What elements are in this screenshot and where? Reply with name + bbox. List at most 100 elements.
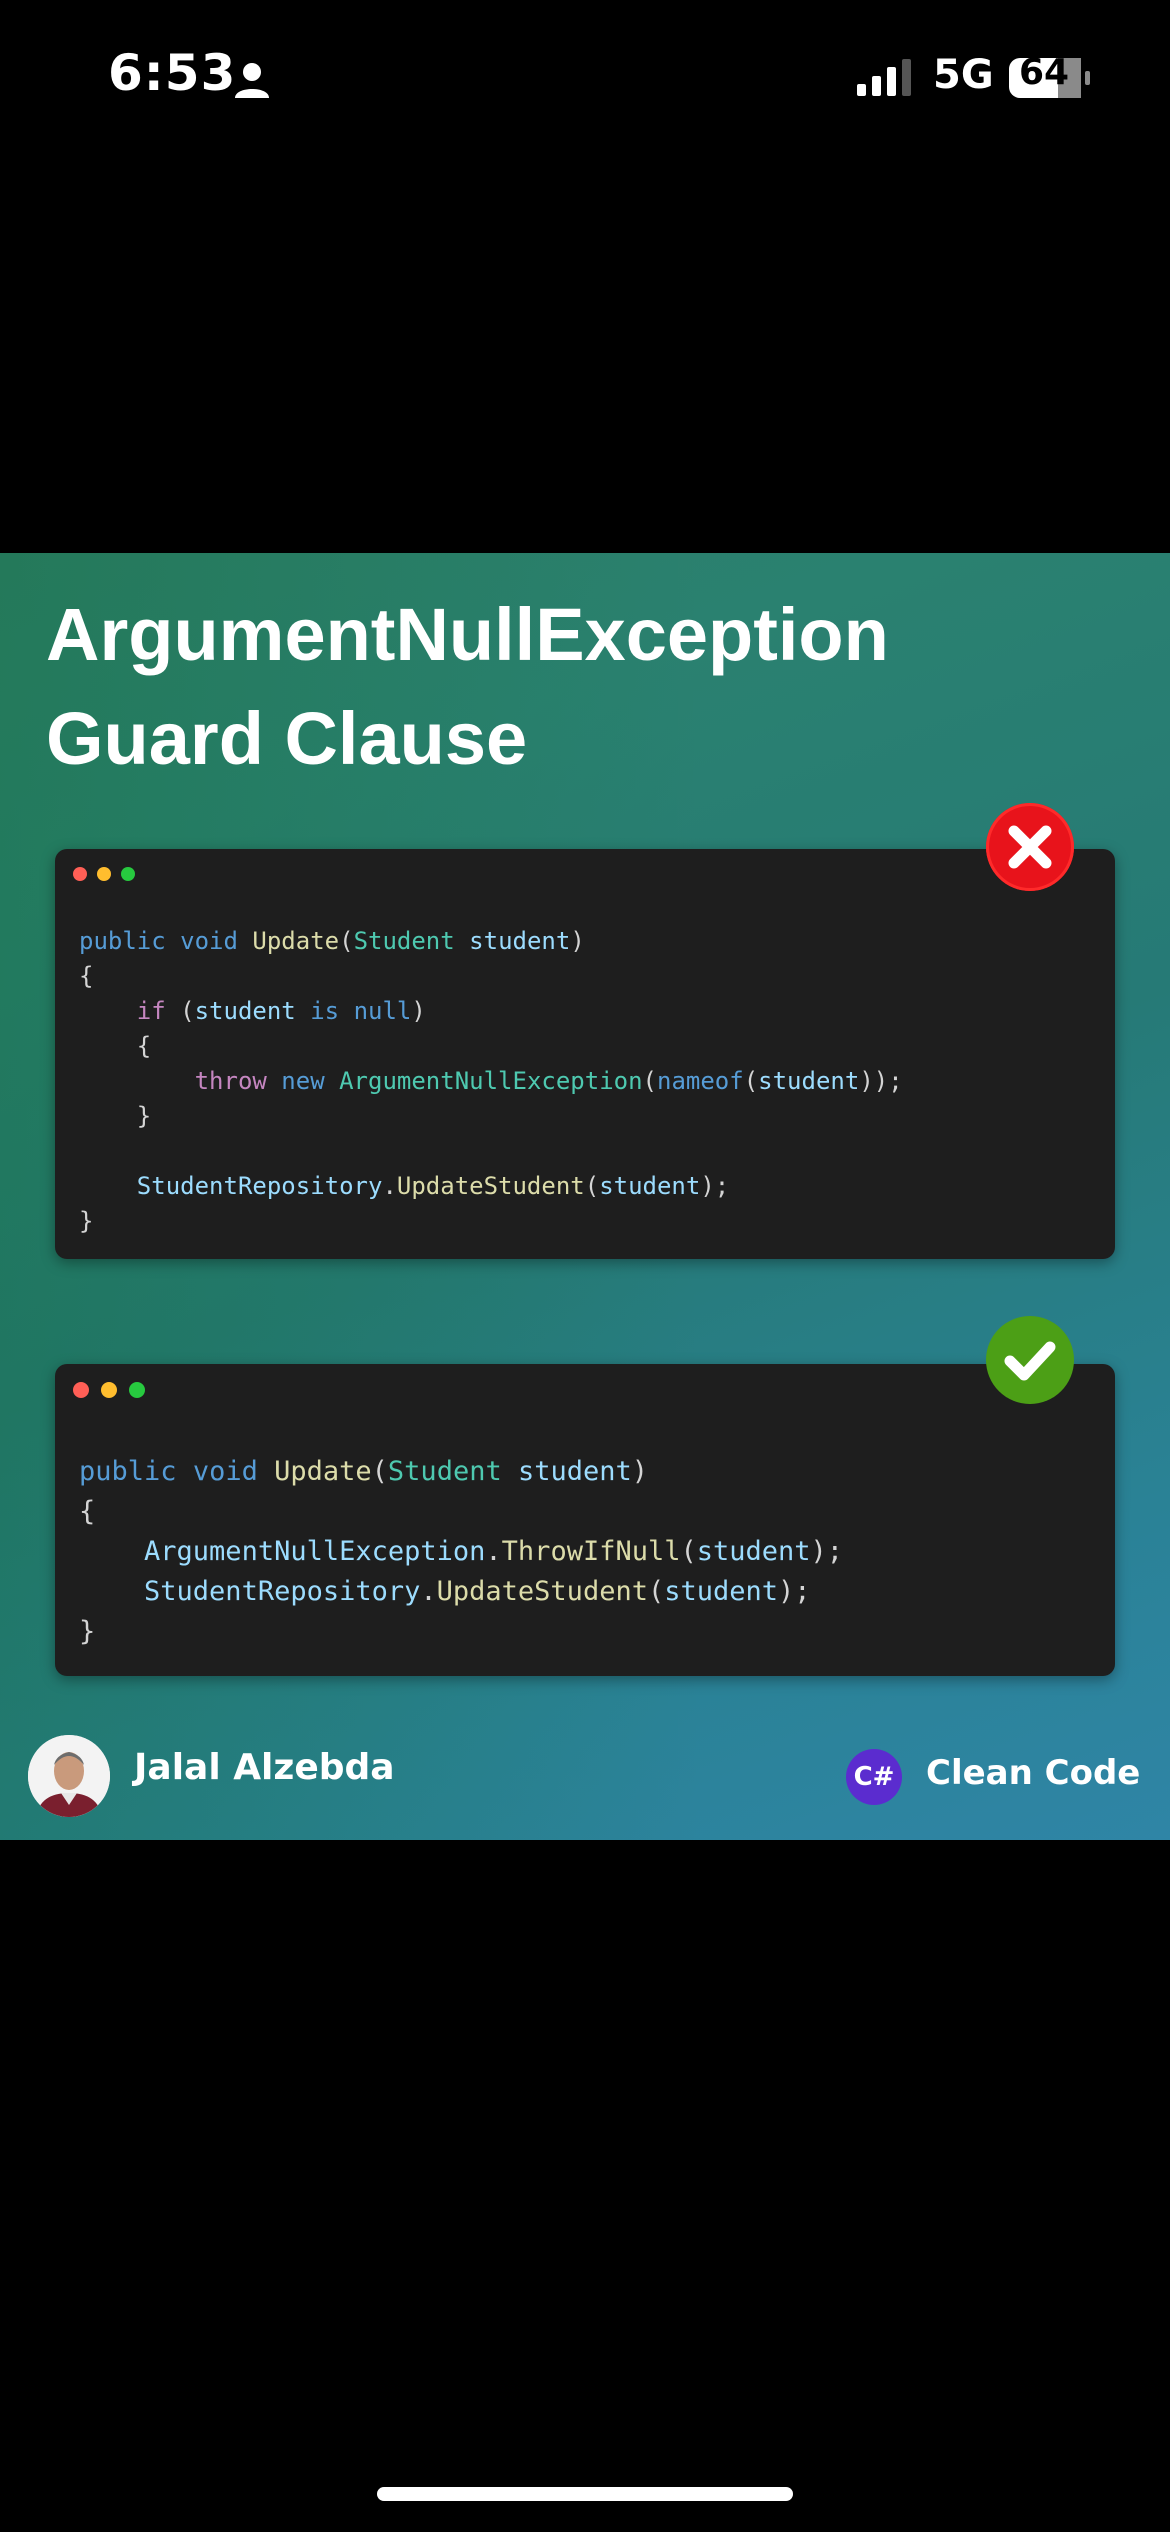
author-name: Jalal Alzebda — [134, 1747, 395, 1788]
code-token: student — [758, 1067, 860, 1095]
code-token: Update — [274, 1456, 372, 1487]
code-token: student — [194, 997, 296, 1025]
network-label: 5G — [933, 52, 994, 98]
code-token: ( — [743, 1067, 759, 1095]
code-token: } — [79, 1616, 96, 1647]
code-token: ( — [371, 1456, 388, 1487]
avatar — [28, 1735, 110, 1817]
bad-code-window: public void Update(Student student){ if … — [55, 849, 1115, 1259]
code-line: } — [79, 1204, 903, 1239]
code-token: ); — [810, 1536, 844, 1567]
code-token: ( — [339, 927, 354, 955]
code-token: Update — [252, 927, 340, 955]
code-token: student — [517, 1456, 632, 1487]
code-token: ( — [165, 997, 195, 1025]
code-line: } — [79, 1099, 903, 1134]
code-token: . — [485, 1536, 502, 1567]
code-token: . — [420, 1576, 437, 1607]
code-token: student — [599, 1172, 701, 1200]
code-token: Student — [387, 1456, 502, 1487]
code-token: student — [664, 1576, 779, 1607]
code-token: . — [382, 1172, 397, 1200]
window-controls — [73, 867, 145, 886]
code-token: } — [79, 1207, 94, 1235]
code-token: ThrowIfNull — [501, 1536, 681, 1567]
code-line: public void Update(Student student) — [79, 1452, 843, 1492]
close-dot-icon — [73, 1382, 89, 1398]
code-line: StudentRepository.UpdateStudent(student)… — [79, 1169, 903, 1204]
code-line: { — [79, 1029, 903, 1064]
code-token: student — [469, 927, 571, 955]
code-token: void — [180, 927, 238, 955]
code-token: ( — [647, 1576, 665, 1607]
code-token: ArgumentNullException — [339, 1067, 643, 1095]
code-token: nameof — [657, 1067, 744, 1095]
post-image: ArgumentNullException Guard Clause publi… — [0, 553, 1170, 1840]
code-line: if (student is null) — [79, 994, 903, 1029]
home-indicator[interactable] — [377, 2487, 793, 2501]
battery-level: 64 — [1018, 52, 1070, 93]
tag-label: Clean Code — [926, 1753, 1141, 1793]
close-dot-icon — [73, 867, 87, 881]
post-title: ArgumentNullException Guard Clause — [46, 583, 889, 791]
x-icon — [986, 803, 1074, 891]
code-token: { — [79, 1496, 96, 1527]
code-token: } — [79, 1102, 152, 1130]
code-token: ) — [631, 1456, 649, 1487]
code-token: student — [696, 1536, 811, 1567]
code-token: ) — [411, 997, 426, 1025]
code-line: { — [79, 959, 903, 994]
title-line-2: Guard Clause — [46, 697, 528, 780]
code-token: Student — [353, 927, 455, 955]
code-token: void — [192, 1456, 258, 1487]
status-bar: 6:53 5G 64 — [0, 0, 1170, 160]
code-token: public — [79, 927, 166, 955]
bad-code-block: public void Update(Student student){ if … — [79, 924, 903, 1239]
code-token: ); — [700, 1172, 730, 1200]
code-token: StudentRepository — [144, 1576, 421, 1607]
title-line-1: ArgumentNullException — [46, 593, 889, 676]
code-token: ( — [680, 1536, 697, 1567]
code-line: ArgumentNullException.ThrowIfNull(studen… — [79, 1532, 843, 1572]
check-icon — [986, 1316, 1074, 1404]
code-token: null — [353, 997, 412, 1025]
good-code-block: public void Update(Student student) { Arg… — [79, 1452, 843, 1652]
signal-icon — [857, 59, 911, 96]
code-token: ); — [778, 1576, 811, 1607]
code-line: throw new ArgumentNullException(nameof(s… — [79, 1064, 903, 1099]
code-token: UpdateStudent — [436, 1576, 648, 1607]
maximize-dot-icon — [129, 1382, 145, 1398]
code-token: throw — [194, 1067, 267, 1095]
code-token: new — [281, 1067, 325, 1095]
code-token: ArgumentNullException — [144, 1536, 486, 1567]
minimize-dot-icon — [97, 867, 111, 881]
code-token: StudentRepository — [136, 1172, 383, 1200]
status-time: 6:53 — [108, 44, 237, 102]
code-token: ) — [570, 927, 585, 955]
code-token: ( — [642, 1067, 657, 1095]
code-token: is — [310, 997, 340, 1025]
code-token: if — [136, 997, 166, 1025]
code-line: { — [79, 1492, 843, 1532]
code-token: ( — [584, 1172, 600, 1200]
maximize-dot-icon — [121, 867, 135, 881]
code-token: UpdateStudent — [396, 1172, 585, 1200]
code-token: { — [79, 962, 94, 990]
good-code-window: public void Update(Student student) { Arg… — [55, 1364, 1115, 1676]
code-line: public void Update(Student student) — [79, 924, 903, 959]
